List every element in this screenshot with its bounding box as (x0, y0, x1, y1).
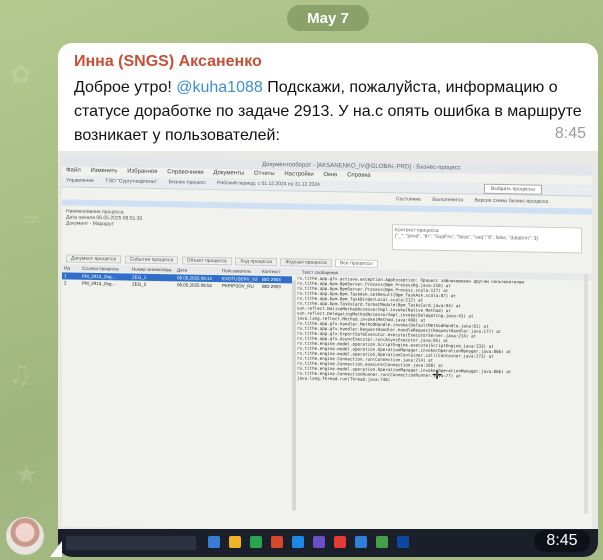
photo-filter-label: Состояние (396, 196, 421, 203)
taskbar-app-icon (355, 536, 367, 548)
attached-photo[interactable]: Документооборот - [AKSANENKO_IV@GLOBAL-P… (58, 151, 598, 557)
photo-grid-col: Ссылка процесса (82, 265, 119, 272)
photo-grid-col: Контекст (262, 268, 281, 275)
photo-menu-item: Справочники (167, 169, 204, 176)
photo-menu-item: Настройки (284, 171, 314, 178)
photo-grid-col: Ид (64, 265, 70, 271)
taskbar-app-icon (271, 536, 283, 548)
photo-error-log: ru.tithe.app.gfx.actiave.exception.AppEx… (297, 275, 527, 509)
photo-grid-separator (292, 280, 296, 511)
photo-grid-cell: 1 (64, 273, 67, 279)
message-text-part: Доброе утро! (74, 79, 177, 96)
taskbar-app-icon (376, 536, 388, 548)
photo-menu-item: Избранное (127, 168, 158, 176)
photo-grid-cell: PKPIPSOV_RU (222, 283, 254, 289)
bubble-tail (50, 541, 62, 557)
user-mention-link[interactable]: @kuha1088 (176, 79, 263, 96)
photo-toolbar-item: Управление (66, 177, 94, 184)
photo-grid-cell: BID 2903 (262, 276, 281, 283)
photo-grid-cell: EXOTUSERV_V2 (222, 276, 258, 282)
photo-grid-cell: ZEG_1 (132, 274, 147, 280)
photo-process-panel: Наименование процесса Дата начала 06.05.… (62, 206, 232, 249)
taskbar-app-icon (292, 536, 304, 548)
photo-grid-cell: BID 2903 (262, 283, 281, 290)
photo-menu-item: Изменить (90, 167, 118, 175)
photo-filter-value: Выполняется (432, 196, 464, 204)
taskbar-app-icon (334, 536, 346, 548)
photo-grid-col: Текст сообщения (302, 269, 339, 276)
sender-avatar[interactable] (6, 517, 44, 555)
photo-grid-col: Дата (177, 267, 187, 273)
photo-taskbar-search (66, 536, 196, 550)
photo-menu-item: Окно (323, 171, 338, 179)
taskbar-app-icon (313, 536, 325, 548)
photo-tab: Объект процесса (181, 256, 232, 266)
photo-grid-col: Номер экземпляра (132, 266, 172, 273)
photo-grid-cell: 06.05.2025 06:12 (177, 275, 213, 281)
taskbar-folder-icon (229, 536, 241, 548)
photo-grid-cell: PM_2913_Zeg... (82, 273, 116, 280)
photo-time-badge: 8:45 (534, 530, 590, 552)
photo-tab: Документ процесса (66, 254, 122, 264)
date-separator: May 7 (287, 5, 369, 31)
photo-toolbar-item: ТЭО "Сургутнефтегаз" (105, 178, 158, 186)
taskbar-app-icon (250, 536, 262, 548)
photo-tab: События процесса (124, 255, 179, 265)
photo-tab-active: Все процессы (335, 259, 378, 268)
photo-tab: Ход процесса (235, 257, 278, 267)
photo-scrollbar (584, 273, 588, 514)
photo-toolbar-item: Рабочий период: с 01.12.2024 по 31.12.20… (217, 180, 320, 188)
photo-grid-cell: ZEG_2 (132, 281, 147, 287)
photo-mouse-cursor: ✛ (432, 367, 443, 383)
photo-grid-cell: 2 (64, 280, 67, 286)
photo-toolbar-item: Бизнес-процесс (168, 179, 206, 186)
photo-taskbar (58, 529, 598, 557)
photo-menu-item: Файл (66, 167, 81, 174)
taskbar-app-icon (208, 536, 220, 548)
photo-filter-label: Версия схемы бизнес-процесса (474, 197, 549, 205)
photo-select-processes-button: Выбрать процессы (484, 183, 542, 195)
photo-grid-cell: 06.05.2025 06:52 (177, 282, 213, 288)
sender-name[interactable]: Инна (SNGS) Аксаненко (74, 53, 262, 71)
message-bubble[interactable]: Инна (SNGS) Аксаненко Доброе утро! @kuha… (58, 43, 598, 557)
photo-taskbar-icons (208, 536, 409, 548)
photo-menu-item: Справка (347, 172, 371, 179)
photo-menu-item: Документы (213, 170, 245, 177)
photo-tab: Журнал процесса (280, 258, 332, 268)
photo-grid-cell: PM_2913_Zeg... (82, 280, 116, 287)
photo-menu-item: Отчеты (253, 170, 275, 178)
photo-screen-content: Документооборот - [AKSANENKO_IV@GLOBAL-P… (62, 156, 592, 536)
message-text: Доброе утро! @kuha1088 Подскажи, пожалуй… (74, 76, 594, 148)
photo-grid-col: Пользователь (222, 268, 252, 274)
taskbar-app-icon (397, 536, 409, 548)
photo-context-box: Контекст процесса {"_": "plmd", "th": "S… (392, 224, 582, 254)
message-time: 8:45 (554, 125, 586, 142)
